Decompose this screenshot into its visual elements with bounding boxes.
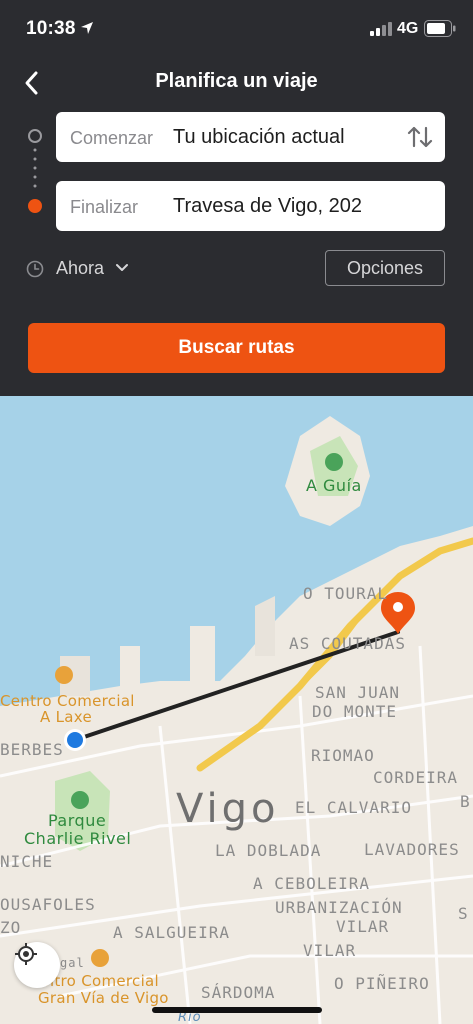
map-label: A Laxe	[40, 708, 93, 726]
start-location-field[interactable]: Comenzar Tu ubicación actual	[56, 112, 445, 162]
map-label: B	[460, 792, 471, 811]
search-routes-button[interactable]: Buscar rutas	[28, 323, 445, 373]
network-type: 4G	[397, 20, 419, 37]
map-label: RIOMAO	[311, 746, 375, 765]
map-label: O PIÑEIRO	[334, 974, 430, 993]
map-label: EL CALVARIO	[295, 798, 412, 817]
park-poi-icon	[71, 791, 89, 809]
options-button[interactable]: Opciones	[325, 250, 445, 286]
map-label: VILAR	[303, 941, 357, 960]
map-label: Charlie Rivel	[24, 829, 132, 848]
map-street	[158, 725, 192, 1024]
location-arrow-icon	[81, 22, 93, 34]
clock-icon	[26, 260, 44, 278]
trip-planner-panel: 10:38 4G Planifica un viaje Comenzar Tu	[0, 0, 473, 396]
end-value[interactable]: Travesa de Vigo, 202	[173, 195, 362, 218]
status-time: 10:38	[26, 18, 76, 39]
chevron-down-icon[interactable]	[115, 262, 129, 274]
battery-icon	[424, 20, 456, 37]
end-label: Finalizar	[70, 197, 139, 217]
map-label: O TOURAL	[303, 584, 389, 603]
start-label: Comenzar	[70, 128, 154, 148]
shopping-poi-icon	[55, 666, 73, 684]
map-label: CORDEIRA	[373, 768, 459, 787]
map-label: Gran Vía de Vigo	[38, 989, 169, 1007]
map-label: URBANIZACIÓN	[275, 898, 403, 917]
map-label: BERBES	[0, 740, 64, 759]
map-pier	[120, 646, 140, 688]
map-label: DO MONTE	[312, 702, 398, 721]
park-poi-icon	[325, 453, 343, 471]
shopping-poi-icon	[91, 949, 109, 967]
map-label: VILAR	[336, 917, 390, 936]
start-value[interactable]: Tu ubicación actual	[173, 126, 345, 149]
current-location-dot-inner	[67, 732, 83, 748]
end-location-field[interactable]: Finalizar Travesa de Vigo, 202	[56, 181, 445, 231]
swap-icon[interactable]	[407, 125, 433, 149]
map-label: SÁRDOMA	[201, 983, 276, 1002]
map-label-city: Vigo	[176, 786, 280, 832]
recenter-location-button[interactable]	[14, 942, 60, 988]
status-bar: 10:38 4G	[0, 0, 473, 56]
home-indicator[interactable]	[152, 1007, 322, 1013]
map-pier	[190, 626, 215, 686]
map-label: Parque	[48, 811, 107, 830]
map-label: SAN JUAN	[315, 683, 401, 702]
map-label: S	[458, 904, 469, 923]
departure-time-selector[interactable]: Ahora	[56, 258, 104, 279]
map-label: LA DOBLADA	[215, 841, 322, 860]
crosshair-icon	[15, 943, 37, 965]
page-title: Planifica un viaje	[155, 70, 318, 92]
map-label: LAVADORES	[364, 840, 460, 859]
map-label: AS COUTADAS	[289, 634, 406, 653]
map-pier	[255, 596, 275, 656]
map-label: ZO	[0, 918, 22, 937]
map-label: OUSAFOLES	[0, 895, 96, 914]
route-indicator-icon	[28, 129, 42, 213]
map-label: NICHE	[0, 852, 54, 871]
map-label: A Guía	[306, 476, 362, 495]
map-label: gal	[60, 956, 85, 970]
signal-icon	[370, 22, 392, 36]
map-label: A CEBOLEIRA	[253, 874, 370, 893]
route-map[interactable]: A Guía O TOURAL AS COUTADAS SAN JUAN DO …	[0, 396, 473, 1024]
map-label: A SALGUEIRA	[113, 923, 230, 942]
